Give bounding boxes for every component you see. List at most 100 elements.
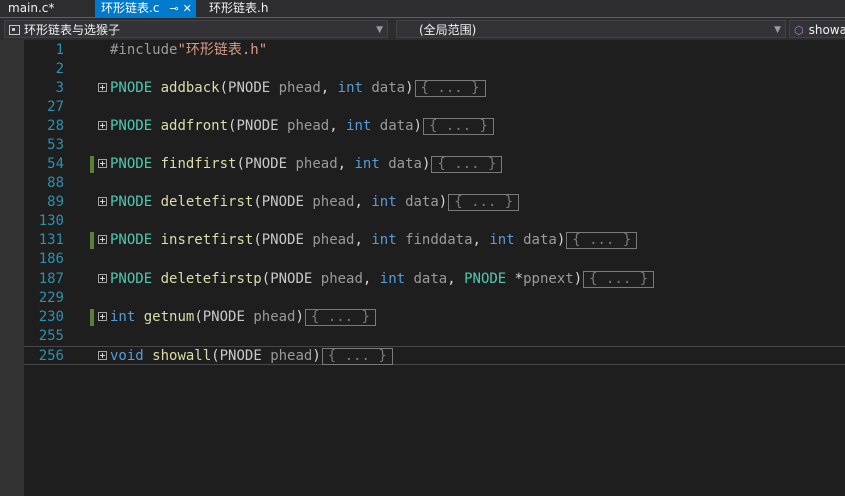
code-line[interactable]: 186 [24,250,845,269]
scope-name: (全局范围) [419,23,477,37]
expand-icon[interactable] [98,312,107,321]
paren: ( [194,309,203,325]
param-name: phead [244,309,296,325]
paren: ( [211,348,220,364]
include-file: "环形链表.h" [177,42,268,58]
paren: ( [253,194,262,210]
paren: ( [253,232,262,248]
navigation-bar: 环形链表与选猴子 ▼ (全局范围) ▼ ⬡ showa [0,18,845,40]
tab-ring-list-c[interactable]: 环形链表.c ⊸ ✕ [95,0,196,17]
paren: ) [438,194,448,210]
function-name: addfront [160,118,229,134]
param-type: int [371,232,397,248]
line-text: int getnum(PNODE phead){ ... } [110,308,376,327]
line-number: 229 [38,290,64,306]
code-line[interactable]: 187 PNODE deletefirstp(PNODE phead, int … [24,270,845,289]
param-name: phead [303,232,355,248]
line-number: 2 [55,61,64,77]
line-number: 53 [47,137,64,153]
line-text: PNODE addfront(PNODE phead, int data){ .… [110,117,494,136]
param-name: data [371,118,414,134]
collapsed-block[interactable]: { ... } [566,232,638,249]
member-name: showa [808,23,845,37]
code-line[interactable]: 131 PNODE insretfirst(PNODE phead, int f… [24,231,845,250]
param-type: PNODE [464,271,507,287]
param-name: data [379,156,422,172]
code-line[interactable]: 2 [24,60,845,79]
expand-icon[interactable] [98,197,107,206]
line-number: 230 [38,309,64,325]
pin-icon[interactable]: ⊸ [169,2,178,15]
preprocessor-directive: #include [110,42,178,58]
param-type: PNODE [270,271,313,287]
line-text: PNODE insretfirst(PNODE phead, int findd… [110,231,638,250]
project-icon [9,25,20,35]
code-line[interactable]: 255 [24,327,845,346]
expand-icon[interactable] [98,83,107,92]
scope-dropdown[interactable]: (全局范围) ▼ [396,20,786,38]
param-name: phead [261,348,313,364]
code-line[interactable]: 1 #include"环形链表.h" [24,41,845,60]
line-number: 28 [47,118,64,134]
line-number: 186 [38,251,64,267]
code-line[interactable]: 89 PNODE deletefirst(PNODE phead, int da… [24,193,845,212]
line-number: 256 [38,348,64,364]
line-text: PNODE addback(PNODE phead, int data){ ..… [110,79,486,98]
return-type: PNODE [110,156,153,172]
collapsed-block[interactable]: { ... } [431,156,503,173]
paren: ) [405,80,414,96]
line-number: 88 [47,175,64,191]
param-name: data [405,271,448,287]
collapsed-block[interactable]: { ... } [304,309,376,326]
return-type: void [110,348,144,364]
param-name: phead [270,80,321,96]
param-type: PNODE [228,80,271,96]
collapsed-block[interactable]: { ... } [583,271,655,288]
param-name: phead [287,156,338,172]
return-type: PNODE [110,194,153,210]
paren: ( [219,80,229,96]
code-editor[interactable]: 1 #include"环形链表.h" 2 3 PNODE addback(PNO… [0,40,845,496]
param-type: PNODE [202,309,245,325]
comma: , [337,156,355,172]
expand-icon[interactable] [98,235,107,244]
comma: , [447,271,465,287]
expand-icon[interactable] [98,159,107,168]
param-name: data [396,194,439,210]
code-line[interactable]: 229 [24,289,845,308]
param-type: int [489,232,515,248]
code-line[interactable]: 54 PNODE findfirst(PNODE phead, int data… [24,155,845,174]
expand-icon[interactable] [98,121,107,130]
paren: ( [236,156,245,172]
code-line[interactable]: 3 PNODE addback(PNODE phead, int data){ … [24,79,845,98]
code-line[interactable]: 53 [24,136,845,155]
code-line[interactable]: 28 PNODE addfront(PNODE phead, int data)… [24,117,845,136]
collapsed-block[interactable]: { ... } [321,348,393,365]
line-text: #include"环形链表.h" [110,41,267,60]
param-type: PNODE [219,348,262,364]
param-type: int [354,156,380,172]
project-dropdown[interactable]: 环形链表与选猴子 ▼ [4,20,388,38]
paren: ) [421,156,431,172]
expand-icon[interactable] [98,351,107,360]
paren: ) [295,309,304,325]
function-name: showall [152,348,212,364]
current-code-line[interactable]: 256 void showall(PNODE phead){ ... } [24,346,845,365]
code-line[interactable]: 88 [24,174,845,193]
code-line[interactable]: 27 [24,98,845,117]
comma: , [362,271,380,287]
close-icon[interactable]: ✕ [183,2,192,15]
code-line[interactable]: 130 [24,212,845,231]
expand-icon[interactable] [98,274,107,283]
collapsed-block[interactable]: { ... } [422,118,494,135]
param-type: PNODE [236,118,279,134]
line-number: 131 [38,232,64,248]
collapsed-block[interactable]: { ... } [414,80,486,97]
tab-main-c[interactable]: main.c* [0,0,62,17]
member-dropdown[interactable]: ⬡ showa [789,20,845,38]
line-text: void showall(PNODE phead){ ... } [110,347,393,366]
tab-ring-list-h[interactable]: 环形链表.h [201,0,276,17]
code-line[interactable]: 230 int getnum(PNODE phead){ ... } [24,308,845,327]
collapsed-block[interactable]: { ... } [448,194,520,211]
